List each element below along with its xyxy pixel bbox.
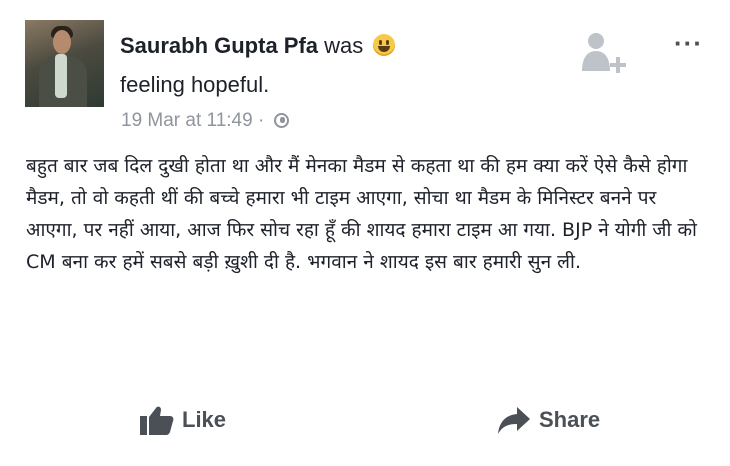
- share-button[interactable]: Share: [497, 403, 600, 437]
- action-bar: Like Share: [0, 395, 730, 445]
- timestamp[interactable]: 19 Mar at 11:49: [121, 110, 253, 131]
- thumbs-up-icon: [140, 406, 174, 435]
- post-body: बहुत बार जब दिल दुखी होता था और मैं मेनक…: [26, 155, 697, 273]
- avatar-face: [53, 30, 71, 54]
- like-button[interactable]: Like: [140, 403, 226, 437]
- avatar[interactable]: [25, 20, 104, 107]
- add-friend-icon[interactable]: [580, 31, 628, 79]
- like-label: Like: [182, 407, 227, 432]
- share-label: Share: [539, 407, 601, 432]
- post-meta: 19 Mar at 11:49 ·: [121, 109, 289, 133]
- author-name[interactable]: Saurabh Gupta Pfa: [120, 33, 318, 58]
- smiley-icon: [373, 34, 396, 56]
- feeling-text: feeling hopeful.: [120, 72, 270, 97]
- share-arrow-icon: [498, 407, 530, 434]
- avatar-scarf: [55, 54, 67, 98]
- was-text: was: [324, 33, 364, 58]
- globe-icon[interactable]: [273, 113, 289, 128]
- more-options-button[interactable]: ···: [674, 28, 703, 59]
- post-header: Saurabh Gupta Pfa was: [120, 33, 396, 59]
- meta-separator: ·: [257, 110, 265, 131]
